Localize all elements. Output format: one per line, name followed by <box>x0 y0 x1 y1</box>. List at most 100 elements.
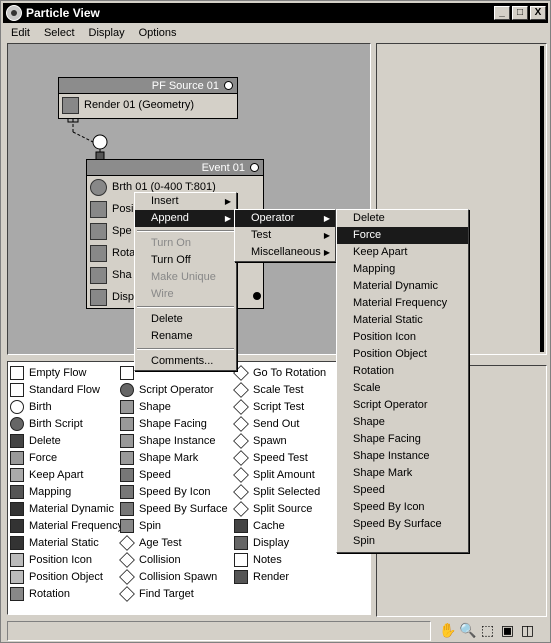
list-item[interactable]: Collision Spawn <box>119 568 228 585</box>
maximize-button[interactable]: □ <box>512 6 528 20</box>
menu-item-operator-option[interactable]: Shape <box>337 414 468 431</box>
list-item[interactable]: Cache <box>234 517 326 534</box>
list-item[interactable]: Script Test <box>233 398 326 415</box>
list-item[interactable]: Birth Script <box>10 415 123 432</box>
menu-item-operator-option[interactable]: Script Operator <box>337 397 468 414</box>
list-item[interactable]: Go To Rotation <box>233 364 326 381</box>
list-item[interactable]: Material Frequency <box>10 517 123 534</box>
test-icon <box>119 534 135 551</box>
menu-item-operator-option[interactable]: Shape Facing <box>337 431 468 448</box>
menu-item-insert[interactable]: Insert ▶ <box>135 193 236 210</box>
scroll-strip[interactable] <box>540 46 544 352</box>
menu-item-operator-option[interactable]: Spin <box>337 533 468 550</box>
zoom-icon[interactable]: 🔍 <box>459 622 476 639</box>
list-item[interactable]: Material Dynamic <box>10 500 123 517</box>
node-row[interactable]: Render 01 (Geometry) <box>59 94 237 116</box>
output-socket[interactable] <box>253 292 261 300</box>
list-item[interactable]: Mapping <box>10 483 123 500</box>
light-bulb-icon[interactable] <box>224 81 233 90</box>
no-zoom-icon[interactable]: ◫ <box>519 622 536 639</box>
close-button[interactable]: X <box>530 6 546 20</box>
list-item[interactable]: Split Amount <box>233 466 326 483</box>
menu-item-operator-option[interactable]: Speed By Surface <box>337 516 468 533</box>
minimize-button[interactable]: _ <box>494 6 510 20</box>
list-item[interactable]: Speed <box>120 466 228 483</box>
list-item[interactable]: Speed Test <box>233 449 326 466</box>
menu-item-operator-option[interactable]: Force <box>337 227 468 244</box>
shape-icon <box>120 433 134 448</box>
menu-options[interactable]: Options <box>131 27 183 39</box>
menu-item-operator-option[interactable]: Speed By Icon <box>337 499 468 516</box>
menu-item-append[interactable]: Append ▶ <box>135 210 236 227</box>
list-item[interactable]: Notes <box>234 551 326 568</box>
list-item[interactable]: Age Test <box>119 534 228 551</box>
list-item[interactable]: Rotation <box>10 585 123 602</box>
list-item[interactable]: Send Out <box>233 415 326 432</box>
menu-item-operator-option[interactable]: Delete <box>337 210 468 227</box>
list-item[interactable]: Material Static <box>10 534 123 551</box>
list-item[interactable]: Delete <box>10 432 123 449</box>
zoom-extents-icon[interactable]: ▣ <box>499 622 516 639</box>
event-title: Event 01 <box>201 162 245 174</box>
list-item[interactable]: Scale Test <box>233 381 326 398</box>
list-item[interactable]: Position Object <box>10 568 123 585</box>
list-item[interactable]: Split Selected <box>233 483 326 500</box>
list-item[interactable]: Empty Flow <box>10 364 123 381</box>
menu-item-operator[interactable]: Operator ▶ <box>235 210 335 227</box>
mapping-icon <box>10 484 24 499</box>
pf-source-node[interactable]: PF Source 01 Render 01 (Geometry) <box>58 77 238 119</box>
menu-item-operator-option[interactable]: Rotation <box>337 363 468 380</box>
menu-item-operator-option[interactable]: Position Icon <box>337 329 468 346</box>
list-item[interactable]: Collision <box>119 551 228 568</box>
notes-icon <box>234 552 248 567</box>
shape-icon <box>90 266 107 284</box>
list-item[interactable]: Spin <box>120 517 228 534</box>
menu-display[interactable]: Display <box>81 27 131 39</box>
list-item[interactable]: Keep Apart <box>10 466 123 483</box>
list-item[interactable]: Shape Instance <box>120 432 228 449</box>
menu-item-operator-option[interactable]: Shape Mark <box>337 465 468 482</box>
menu-item-operator-option[interactable]: Keep Apart <box>337 244 468 261</box>
menu-select[interactable]: Select <box>36 27 81 39</box>
light-bulb-icon[interactable] <box>250 163 259 172</box>
menu-item-operator-option[interactable]: Material Frequency <box>337 295 468 312</box>
menu-item-miscellaneous[interactable]: Miscellaneous ▶ <box>235 244 335 261</box>
list-item[interactable]: Find Target <box>119 585 228 602</box>
display-icon <box>234 535 248 550</box>
list-item[interactable]: Display <box>234 534 326 551</box>
list-item[interactable]: Split Source <box>233 500 326 517</box>
pf-source-title: PF Source 01 <box>151 80 219 92</box>
menu-item-rename[interactable]: Rename <box>135 328 236 345</box>
menu-item-operator-option[interactable]: Speed <box>337 482 468 499</box>
list-item[interactable]: Shape Mark <box>120 449 228 466</box>
menu-item-operator-option[interactable]: Material Dynamic <box>337 278 468 295</box>
list-item[interactable]: Birth <box>10 398 123 415</box>
list-item[interactable]: Shape <box>120 398 228 415</box>
menu-item-operator-option[interactable]: Position Object <box>337 346 468 363</box>
list-item[interactable]: Position Icon <box>10 551 123 568</box>
list-item[interactable]: Render <box>234 568 326 585</box>
menu-item-delete[interactable]: Delete <box>135 311 236 328</box>
pf-source-header[interactable]: PF Source 01 <box>59 78 237 94</box>
title-bar: Particle View _ □ X <box>3 3 548 23</box>
list-item[interactable]: Spawn <box>233 432 326 449</box>
menu-item-operator-option[interactable]: Material Static <box>337 312 468 329</box>
menu-edit[interactable]: Edit <box>3 27 36 39</box>
menu-item-turn-off[interactable]: Turn Off <box>135 252 236 269</box>
event-header[interactable]: Event 01 <box>87 160 263 176</box>
app-icon <box>6 5 22 21</box>
menu-item-operator-option[interactable]: Shape Instance <box>337 448 468 465</box>
list-item[interactable]: Standard Flow <box>10 381 123 398</box>
list-item[interactable]: Script Operator <box>120 381 228 398</box>
hand-icon[interactable]: ✋ <box>439 622 456 639</box>
menu-item-comments[interactable]: Comments... <box>135 353 236 370</box>
list-item[interactable]: Speed By Icon <box>120 483 228 500</box>
list-item[interactable]: Speed By Surface <box>120 500 228 517</box>
list-item[interactable]: Shape Facing <box>120 415 228 432</box>
list-item[interactable]: Force <box>10 449 123 466</box>
menu-item-operator-option[interactable]: Scale <box>337 380 468 397</box>
zoom-region-icon[interactable]: ⬚ <box>479 622 496 639</box>
menu-item-operator-option[interactable]: Mapping <box>337 261 468 278</box>
menu-item-test[interactable]: Test ▶ <box>235 227 335 244</box>
material-icon <box>10 501 24 516</box>
